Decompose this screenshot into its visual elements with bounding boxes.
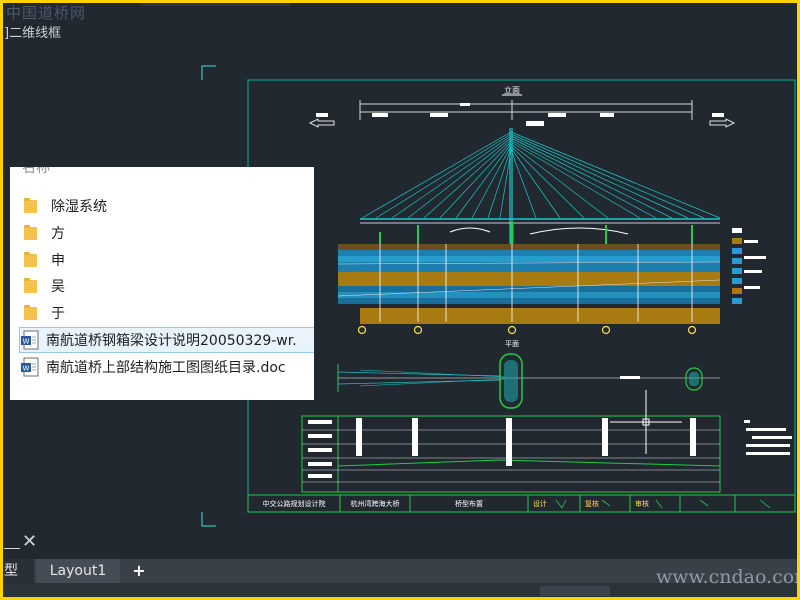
title-block-review: 审核 <box>635 499 649 508</box>
document-name: 南航道桥钢箱梁设计说明20050329-wr. <box>46 333 297 349</box>
folder-icon <box>24 277 37 293</box>
folder-name: 除湿系统 <box>51 199 107 215</box>
list-item-selected[interactable]: W 南航道桥钢箱梁设计说明20050329-wr. <box>19 327 314 353</box>
crosshair-cursor <box>610 390 682 454</box>
drawing-notes <box>744 420 792 455</box>
bridge-deck <box>360 218 720 244</box>
svg-text:W: W <box>23 365 30 373</box>
watermark-top: 中国道桥网 <box>6 4 87 22</box>
name-column-header[interactable]: 名称 <box>22 167 50 177</box>
tab-layout1[interactable]: Layout1 <box>36 559 120 583</box>
list-item[interactable]: 方 <box>24 221 65 245</box>
title-block-sheet: 桥型布置 <box>455 499 483 508</box>
title-block-org: 中交公路规划设计院 <box>263 499 326 508</box>
title-block-design: 设计 <box>533 499 547 508</box>
document-name: 南航道桥上部结构施工图图纸目录.doc <box>46 360 286 376</box>
folder-icon <box>24 251 37 267</box>
geological-strata <box>337 244 721 324</box>
title-block: 中交公路规划设计院 杭州湾跨海大桥 桥型布置 设计 复核 审核 <box>247 494 796 513</box>
close-icon[interactable]: ✕ <box>22 531 37 552</box>
dimension-lines <box>359 100 693 120</box>
list-item[interactable]: 申 <box>24 248 65 272</box>
strata-legend <box>732 228 766 304</box>
stay-cables <box>361 131 721 219</box>
folder-name: 于 <box>51 306 65 322</box>
plan-view <box>337 353 720 409</box>
watermark-bottom: www.cndao.com <box>656 566 800 588</box>
list-item[interactable]: 除湿系统 <box>24 194 107 218</box>
folder-icon <box>24 197 37 213</box>
list-item[interactable]: W 南航道桥上部结构施工图图纸目录.doc <box>20 355 286 379</box>
folder-name: 方 <box>51 226 65 242</box>
plan-title: 平面 <box>505 340 519 348</box>
title-block-check: 复核 <box>585 499 599 508</box>
list-item[interactable]: 于 <box>24 301 65 325</box>
folder-icon <box>24 304 37 320</box>
direction-arrows <box>308 118 736 128</box>
tab-model[interactable]: 型 <box>0 559 34 583</box>
add-layout-button[interactable]: + <box>124 559 154 583</box>
dimension-text-blocks <box>316 103 724 126</box>
folder-name: 吴 <box>51 279 65 295</box>
folder-name: 申 <box>51 253 65 269</box>
word-document-icon: W <box>21 330 39 350</box>
pier-markers <box>357 325 697 335</box>
svg-text:W: W <box>23 338 30 346</box>
elevation-title: 立面 <box>504 85 520 95</box>
folder-icon <box>24 224 37 240</box>
title-block-project: 杭州湾跨海大桥 <box>351 499 400 508</box>
list-item[interactable]: 吴 <box>24 274 65 298</box>
profile-table <box>301 415 721 493</box>
viewport-style-label[interactable]: ]二维线框 <box>4 22 61 41</box>
ucs-axis-line <box>4 548 20 549</box>
file-list-panel: 名称 除湿系统 方 申 吴 于 W 南航道桥钢箱梁设计说明20050329-wr… <box>10 167 314 400</box>
word-document-icon: W <box>21 357 39 377</box>
top-toolbar-tab[interactable] <box>140 0 290 6</box>
status-bar-toggles[interactable] <box>540 586 610 596</box>
